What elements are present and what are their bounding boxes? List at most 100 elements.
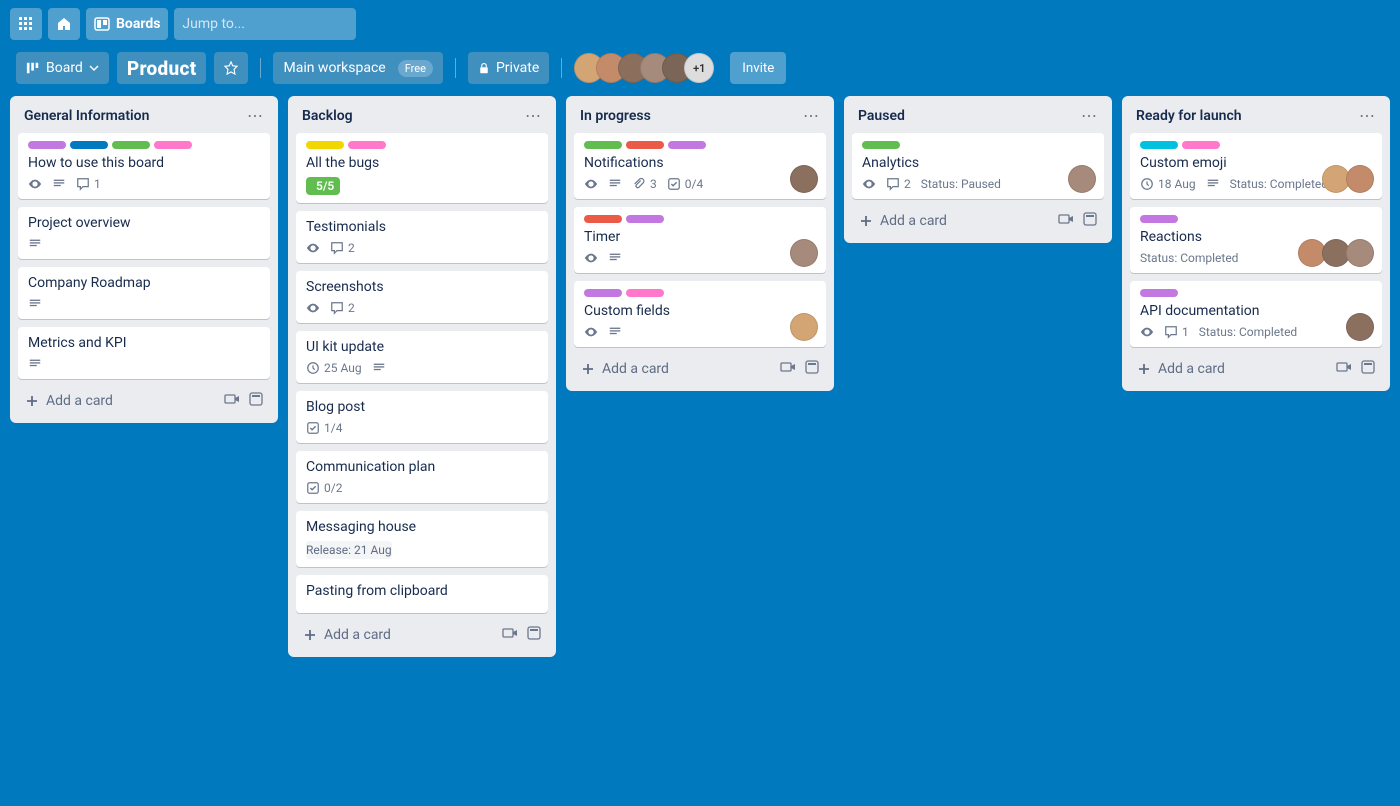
avatar[interactable]: [790, 313, 818, 341]
video-icon[interactable]: [502, 625, 518, 645]
list-title[interactable]: In progress: [580, 108, 651, 124]
card[interactable]: Analytics 2Status: Paused: [852, 133, 1104, 199]
card[interactable]: Custom emoji 18 AugStatus: Completed: [1130, 133, 1382, 199]
label-purple[interactable]: [626, 215, 664, 223]
label-purple[interactable]: [1140, 289, 1178, 297]
template-icon[interactable]: [1082, 211, 1098, 231]
card[interactable]: Company Roadmap: [18, 267, 270, 319]
card-title: API documentation: [1140, 303, 1372, 319]
list-footer-icons: [224, 391, 264, 411]
label-pink[interactable]: [154, 141, 192, 149]
card[interactable]: Custom fields: [574, 281, 826, 347]
list-menu-button[interactable]: ⋯: [525, 106, 542, 125]
label-purple[interactable]: [668, 141, 706, 149]
boards-button[interactable]: Boards: [86, 8, 168, 40]
description-icon: [1206, 177, 1220, 191]
card[interactable]: How to use this board 1: [18, 133, 270, 199]
list-menu-button[interactable]: ⋯: [803, 106, 820, 125]
watch-icon: [584, 325, 598, 339]
card-badges: 25 Aug: [306, 361, 538, 375]
description-icon: [608, 325, 622, 339]
label-purple[interactable]: [28, 141, 66, 149]
video-icon[interactable]: [1058, 211, 1074, 231]
card-badges: [28, 357, 260, 371]
workspace-button[interactable]: Main workspaceFree: [273, 52, 442, 84]
add-card-button[interactable]: Add a card: [302, 627, 391, 643]
add-card-button[interactable]: Add a card: [580, 361, 669, 377]
card[interactable]: All the bugs 5/5: [296, 133, 548, 203]
list-footer-icons: [502, 625, 542, 645]
card[interactable]: Metrics and KPI: [18, 327, 270, 379]
card[interactable]: API documentation 1Status: Completed: [1130, 281, 1382, 347]
list-header: Backlog ⋯: [296, 104, 548, 125]
label-pink[interactable]: [1182, 141, 1220, 149]
avatar[interactable]: [1346, 313, 1374, 341]
avatar[interactable]: [790, 239, 818, 267]
list-menu-button[interactable]: ⋯: [247, 106, 264, 125]
label-green[interactable]: [112, 141, 150, 149]
label-cyan[interactable]: [1140, 141, 1178, 149]
add-card-button[interactable]: Add a card: [858, 213, 947, 229]
search-input[interactable]: [182, 16, 360, 32]
home-button[interactable]: [48, 8, 80, 40]
avatar[interactable]: [1346, 239, 1374, 267]
card[interactable]: Notifications 3 0/4: [574, 133, 826, 199]
card[interactable]: Messaging houseRelease: 21 Aug: [296, 511, 548, 567]
card[interactable]: Blog post 1/4: [296, 391, 548, 443]
watch-icon: [1140, 325, 1154, 339]
template-icon[interactable]: [1360, 359, 1376, 379]
card[interactable]: Communication plan 0/2: [296, 451, 548, 503]
list-menu-button[interactable]: ⋯: [1359, 106, 1376, 125]
label-blue[interactable]: [70, 141, 108, 149]
card[interactable]: Screenshots 2: [296, 271, 548, 323]
list-title[interactable]: Ready for launch: [1136, 108, 1242, 124]
add-card-button[interactable]: Add a card: [24, 393, 113, 409]
list: Paused ⋯ Analytics 2Status: Paused Add a ca…: [844, 96, 1112, 243]
board-name[interactable]: Product: [117, 52, 207, 84]
card-title: All the bugs: [306, 155, 538, 171]
label-red[interactable]: [584, 215, 622, 223]
label-purple[interactable]: [584, 289, 622, 297]
search-box[interactable]: [174, 8, 356, 40]
video-icon[interactable]: [1336, 359, 1352, 379]
card-labels: [584, 289, 816, 297]
card[interactable]: ReactionsStatus: Completed: [1130, 207, 1382, 273]
card[interactable]: UI kit update 25 Aug: [296, 331, 548, 383]
add-card-button[interactable]: Add a card: [1136, 361, 1225, 377]
label-pink[interactable]: [626, 289, 664, 297]
video-icon[interactable]: [224, 391, 240, 411]
description-icon: [28, 297, 42, 311]
apps-button[interactable]: [10, 8, 42, 40]
card-labels: [28, 141, 260, 149]
card[interactable]: Pasting from clipboard: [296, 575, 548, 613]
label-green[interactable]: [584, 141, 622, 149]
label-yellow[interactable]: [306, 141, 344, 149]
avatar[interactable]: [1068, 165, 1096, 193]
avatar[interactable]: [790, 165, 818, 193]
list-title[interactable]: Paused: [858, 108, 905, 124]
label-green[interactable]: [862, 141, 900, 149]
label-pink[interactable]: [348, 141, 386, 149]
label-purple[interactable]: [1140, 215, 1178, 223]
label-red[interactable]: [626, 141, 664, 149]
template-icon[interactable]: [248, 391, 264, 411]
list-title[interactable]: General Information: [24, 108, 149, 124]
template-icon[interactable]: [804, 359, 820, 379]
card-title: Metrics and KPI: [28, 335, 260, 351]
star-button[interactable]: [214, 52, 248, 84]
member-avatars[interactable]: +1: [574, 53, 714, 83]
card[interactable]: Project overview: [18, 207, 270, 259]
template-icon[interactable]: [526, 625, 542, 645]
video-icon[interactable]: [780, 359, 796, 379]
avatar[interactable]: [1346, 165, 1374, 193]
visibility-button[interactable]: Private: [468, 52, 549, 84]
list-menu-button[interactable]: ⋯: [1081, 106, 1098, 125]
list-title[interactable]: Backlog: [302, 108, 353, 124]
card[interactable]: Testimonials 2: [296, 211, 548, 263]
board-view-button[interactable]: Board: [16, 52, 109, 84]
avatar-more[interactable]: +1: [684, 53, 714, 83]
invite-button[interactable]: Invite: [730, 52, 786, 84]
divider: [561, 58, 562, 78]
card-labels: [1140, 141, 1372, 149]
card[interactable]: Timer: [574, 207, 826, 273]
